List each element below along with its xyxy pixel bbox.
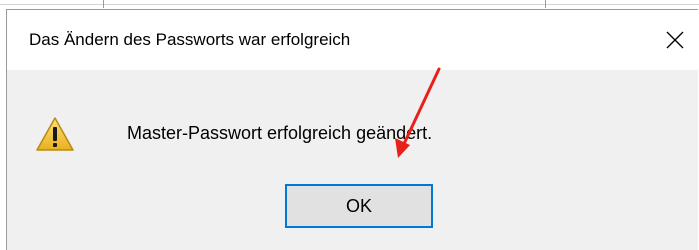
close-icon: [666, 31, 684, 49]
warning-icon: [36, 117, 74, 151]
ok-button[interactable]: OK: [285, 184, 433, 228]
ok-button-label: OK: [345, 195, 372, 216]
message-dialog: Das Ändern des Passworts war erfolgreich: [6, 9, 698, 250]
dialog-message: Master-Passwort erfolgreich geändert.: [127, 123, 433, 143]
screenshot-page: Das Ändern des Passworts war erfolgreich: [0, 0, 699, 250]
dialog-content: Master-Passwort erfolgreich geändert. OK: [7, 70, 698, 250]
background-tick: [103, 0, 104, 8]
dialog-titlebar[interactable]: Das Ändern des Passworts war erfolgreich: [7, 10, 698, 70]
dialog-title: Das Ändern des Passworts war erfolgreich: [29, 30, 351, 49]
background-divider: [0, 4, 699, 5]
background-tick: [545, 0, 546, 8]
close-button[interactable]: [652, 10, 698, 70]
